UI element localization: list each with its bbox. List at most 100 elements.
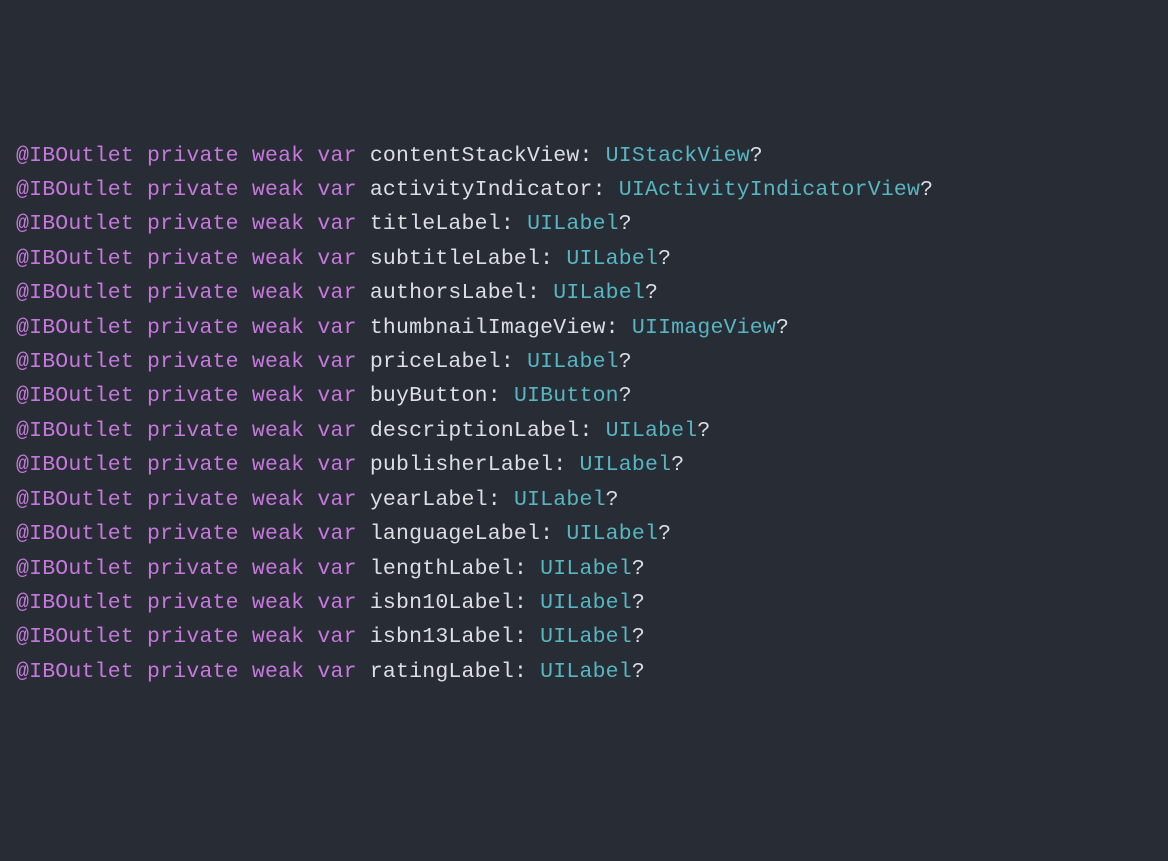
var-keyword: var — [317, 212, 356, 236]
code-line: @IBOutlet private weak var yearLabel: UI… — [16, 483, 1168, 517]
var-keyword: var — [317, 557, 356, 581]
weak-keyword: weak — [252, 178, 304, 202]
colon: : — [553, 453, 566, 477]
var-keyword: var — [317, 384, 356, 408]
optional-mark: ? — [658, 247, 671, 271]
colon: : — [514, 591, 527, 615]
optional-mark: ? — [658, 522, 671, 546]
code-line: @IBOutlet private weak var publisherLabe… — [16, 448, 1168, 482]
attribute-token: @IBOutlet — [16, 522, 134, 546]
colon: : — [514, 660, 527, 684]
type-name: UILabel — [540, 591, 632, 615]
access-keyword: private — [147, 212, 239, 236]
type-name: UILabel — [514, 488, 606, 512]
type-name: UIButton — [514, 384, 619, 408]
code-line: @IBOutlet private weak var contentStackV… — [16, 139, 1168, 173]
variable-name: lengthLabel — [370, 557, 514, 581]
colon: : — [579, 144, 592, 168]
access-keyword: private — [147, 591, 239, 615]
var-keyword: var — [317, 247, 356, 271]
colon: : — [579, 419, 592, 443]
optional-mark: ? — [632, 625, 645, 649]
code-line: @IBOutlet private weak var isbn13Label: … — [16, 620, 1168, 654]
optional-mark: ? — [697, 419, 710, 443]
variable-name: authorsLabel — [370, 281, 527, 305]
code-line: @IBOutlet private weak var authorsLabel:… — [16, 276, 1168, 310]
weak-keyword: weak — [252, 247, 304, 271]
code-line: @IBOutlet private weak var subtitleLabel… — [16, 242, 1168, 276]
access-keyword: private — [147, 453, 239, 477]
code-line: @IBOutlet private weak var activityIndic… — [16, 173, 1168, 207]
weak-keyword: weak — [252, 625, 304, 649]
colon: : — [514, 625, 527, 649]
type-name: UILabel — [566, 247, 658, 271]
variable-name: languageLabel — [370, 522, 540, 546]
code-block: @IBOutlet private weak var contentStackV… — [16, 139, 1168, 690]
weak-keyword: weak — [252, 212, 304, 236]
attribute-token: @IBOutlet — [16, 453, 134, 477]
attribute-token: @IBOutlet — [16, 144, 134, 168]
code-line: @IBOutlet private weak var lengthLabel: … — [16, 552, 1168, 586]
optional-mark: ? — [632, 660, 645, 684]
var-keyword: var — [317, 488, 356, 512]
var-keyword: var — [317, 522, 356, 546]
code-line: @IBOutlet private weak var thumbnailImag… — [16, 311, 1168, 345]
colon: : — [606, 316, 619, 340]
weak-keyword: weak — [252, 316, 304, 340]
colon: : — [501, 212, 514, 236]
optional-mark: ? — [632, 591, 645, 615]
optional-mark: ? — [645, 281, 658, 305]
var-keyword: var — [317, 660, 356, 684]
weak-keyword: weak — [252, 453, 304, 477]
attribute-token: @IBOutlet — [16, 488, 134, 512]
type-name: UILabel — [527, 350, 619, 374]
code-line: @IBOutlet private weak var titleLabel: U… — [16, 207, 1168, 241]
code-line: @IBOutlet private weak var isbn10Label: … — [16, 586, 1168, 620]
access-keyword: private — [147, 488, 239, 512]
weak-keyword: weak — [252, 660, 304, 684]
weak-keyword: weak — [252, 350, 304, 374]
weak-keyword: weak — [252, 419, 304, 443]
var-keyword: var — [317, 316, 356, 340]
variable-name: ratingLabel — [370, 660, 514, 684]
type-name: UIActivityIndicatorView — [619, 178, 920, 202]
access-keyword: private — [147, 350, 239, 374]
var-keyword: var — [317, 591, 356, 615]
variable-name: subtitleLabel — [370, 247, 540, 271]
code-line: @IBOutlet private weak var ratingLabel: … — [16, 655, 1168, 689]
type-name: UILabel — [540, 625, 632, 649]
variable-name: activityIndicator — [370, 178, 593, 202]
variable-name: publisherLabel — [370, 453, 553, 477]
var-keyword: var — [317, 453, 356, 477]
attribute-token: @IBOutlet — [16, 350, 134, 374]
access-keyword: private — [147, 281, 239, 305]
optional-mark: ? — [619, 212, 632, 236]
attribute-token: @IBOutlet — [16, 178, 134, 202]
type-name: UILabel — [540, 660, 632, 684]
type-name: UILabel — [553, 281, 645, 305]
var-keyword: var — [317, 625, 356, 649]
type-name: UILabel — [579, 453, 671, 477]
attribute-token: @IBOutlet — [16, 419, 134, 443]
type-name: UILabel — [606, 419, 698, 443]
access-keyword: private — [147, 384, 239, 408]
access-keyword: private — [147, 557, 239, 581]
weak-keyword: weak — [252, 488, 304, 512]
attribute-token: @IBOutlet — [16, 247, 134, 271]
colon: : — [488, 488, 501, 512]
variable-name: isbn13Label — [370, 625, 514, 649]
var-keyword: var — [317, 281, 356, 305]
colon: : — [540, 522, 553, 546]
weak-keyword: weak — [252, 591, 304, 615]
optional-mark: ? — [776, 316, 789, 340]
access-keyword: private — [147, 316, 239, 340]
type-name: UIStackView — [606, 144, 750, 168]
access-keyword: private — [147, 625, 239, 649]
colon: : — [514, 557, 527, 581]
attribute-token: @IBOutlet — [16, 316, 134, 340]
var-keyword: var — [317, 178, 356, 202]
optional-mark: ? — [606, 488, 619, 512]
variable-name: titleLabel — [370, 212, 501, 236]
variable-name: contentStackView — [370, 144, 580, 168]
colon: : — [593, 178, 606, 202]
